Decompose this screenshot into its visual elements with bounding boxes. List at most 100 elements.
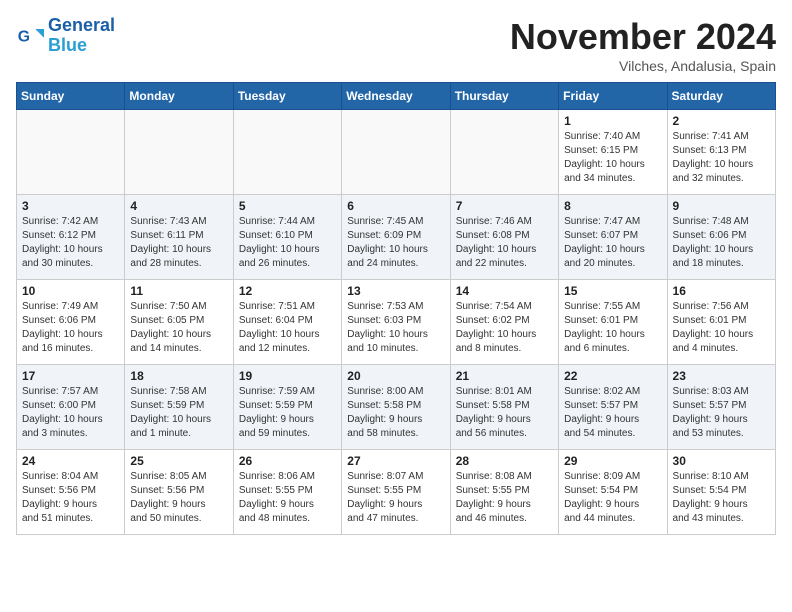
day-number: 12 [239,284,336,298]
day-info: Sunrise: 7:49 AM Sunset: 6:06 PM Dayligh… [22,300,119,356]
calendar-cell: 30Sunrise: 8:10 AM Sunset: 5:54 PM Dayli… [667,450,775,535]
day-number: 1 [564,114,661,128]
day-info: Sunrise: 8:02 AM Sunset: 5:57 PM Dayligh… [564,385,661,441]
calendar-cell: 5 Sunrise: 7:44 AM Sunset: 6:10 PM Daylig… [233,195,341,280]
calendar-cell: 13Sunrise: 7:53 AM Sunset: 6:03 PM Dayli… [342,280,450,365]
day-number: 6 [347,199,444,213]
day-info: Sunrise: 8:06 AM Sunset: 5:55 PM Dayligh… [239,470,336,526]
day-number: 2 [673,114,770,128]
day-info: Sunrise: 7:45 AM Sunset: 6:09 PM Dayligh… [347,215,444,271]
calendar-week-row: 24 Sunrise: 8:04 AM Sunset: 5:56 PM Dayli… [17,450,776,535]
calendar-week-row: 10 Sunrise: 7:49 AM Sunset: 6:06 PM Dayli… [17,280,776,365]
day-number: 13 [347,284,444,298]
calendar-week-row: 3Sunrise: 7:42 AM Sunset: 6:12 PM Daylig… [17,195,776,280]
day-info: Sunrise: 8:09 AM Sunset: 5:54 PM Dayligh… [564,470,661,526]
calendar-cell: 18 Sunrise: 7:58 AM Sunset: 5:59 PM Dayli… [125,365,233,450]
day-info: Sunrise: 8:03 AM Sunset: 5:57 PM Dayligh… [673,385,770,441]
calendar-cell: 15Sunrise: 7:55 AM Sunset: 6:01 PM Dayli… [559,280,667,365]
day-number: 15 [564,284,661,298]
day-number: 17 [22,369,119,383]
day-number: 7 [456,199,553,213]
weekday-header: Tuesday [233,83,341,110]
day-info: Sunrise: 7:54 AM Sunset: 6:02 PM Dayligh… [456,300,553,356]
day-number: 26 [239,454,336,468]
day-number: 24 [22,454,119,468]
day-info: Sunrise: 7:46 AM Sunset: 6:08 PM Dayligh… [456,215,553,271]
day-info: Sunrise: 7:41 AM Sunset: 6:13 PM Dayligh… [673,130,770,186]
page-header: G General Blue November 2024 Vilches, An… [16,16,776,74]
weekday-header: Monday [125,83,233,110]
day-info: Sunrise: 7:48 AM Sunset: 6:06 PM Dayligh… [673,215,770,271]
day-number: 20 [347,369,444,383]
calendar-cell: 21Sunrise: 8:01 AM Sunset: 5:58 PM Dayli… [450,365,558,450]
calendar-cell: 12Sunrise: 7:51 AM Sunset: 6:04 PM Dayli… [233,280,341,365]
weekday-header: Friday [559,83,667,110]
day-info: Sunrise: 7:57 AM Sunset: 6:00 PM Dayligh… [22,385,119,441]
location: Vilches, Andalusia, Spain [510,58,776,74]
calendar-header: SundayMondayTuesdayWednesdayThursdayFrid… [17,83,776,110]
day-info: Sunrise: 7:43 AM Sunset: 6:11 PM Dayligh… [130,215,227,271]
calendar-cell: 10 Sunrise: 7:49 AM Sunset: 6:06 PM Dayli… [17,280,125,365]
weekday-header: Wednesday [342,83,450,110]
calendar-cell: 1 Sunrise: 7:40 AM Sunset: 6:15 PM Daylig… [559,110,667,195]
day-info: Sunrise: 8:07 AM Sunset: 5:55 PM Dayligh… [347,470,444,526]
day-number: 4 [130,199,227,213]
day-info: Sunrise: 7:47 AM Sunset: 6:07 PM Dayligh… [564,215,661,271]
month-title: November 2024 [510,16,776,58]
day-info: Sunrise: 7:58 AM Sunset: 5:59 PM Dayligh… [130,385,227,441]
logo-line1: General [48,15,115,35]
day-number: 10 [22,284,119,298]
calendar-cell: 7 Sunrise: 7:46 AM Sunset: 6:08 PM Daylig… [450,195,558,280]
weekday-header: Sunday [17,83,125,110]
calendar-cell [342,110,450,195]
weekday-row: SundayMondayTuesdayWednesdayThursdayFrid… [17,83,776,110]
calendar-cell: 17 Sunrise: 7:57 AM Sunset: 6:00 PM Dayli… [17,365,125,450]
calendar-cell [125,110,233,195]
title-block: November 2024 Vilches, Andalusia, Spain [510,16,776,74]
day-info: Sunrise: 7:59 AM Sunset: 5:59 PM Dayligh… [239,385,336,441]
day-number: 14 [456,284,553,298]
calendar-cell [450,110,558,195]
day-info: Sunrise: 8:00 AM Sunset: 5:58 PM Dayligh… [347,385,444,441]
day-number: 11 [130,284,227,298]
calendar-cell: 2 Sunrise: 7:41 AM Sunset: 6:13 PM Daylig… [667,110,775,195]
day-number: 23 [673,369,770,383]
day-number: 9 [673,199,770,213]
weekday-header: Saturday [667,83,775,110]
day-info: Sunrise: 8:10 AM Sunset: 5:54 PM Dayligh… [673,470,770,526]
day-info: Sunrise: 7:44 AM Sunset: 6:10 PM Dayligh… [239,215,336,271]
day-number: 18 [130,369,227,383]
day-info: Sunrise: 8:04 AM Sunset: 5:56 PM Dayligh… [22,470,119,526]
calendar-cell: 3Sunrise: 7:42 AM Sunset: 6:12 PM Daylig… [17,195,125,280]
calendar-cell [17,110,125,195]
calendar-cell: 11 Sunrise: 7:50 AM Sunset: 6:05 PM Dayli… [125,280,233,365]
day-info: Sunrise: 8:01 AM Sunset: 5:58 PM Dayligh… [456,385,553,441]
logo-icon: G [16,22,44,50]
calendar-cell: 9 Sunrise: 7:48 AM Sunset: 6:06 PM Daylig… [667,195,775,280]
day-number: 22 [564,369,661,383]
day-number: 5 [239,199,336,213]
day-number: 25 [130,454,227,468]
calendar-cell: 22 Sunrise: 8:02 AM Sunset: 5:57 PM Dayli… [559,365,667,450]
weekday-header: Thursday [450,83,558,110]
calendar-cell: 23 Sunrise: 8:03 AM Sunset: 5:57 PM Dayli… [667,365,775,450]
logo-text: General Blue [48,16,115,56]
calendar-cell: 19 Sunrise: 7:59 AM Sunset: 5:59 PM Dayli… [233,365,341,450]
day-number: 19 [239,369,336,383]
day-number: 27 [347,454,444,468]
calendar-week-row: 17 Sunrise: 7:57 AM Sunset: 6:00 PM Dayli… [17,365,776,450]
svg-text:G: G [18,28,30,45]
day-number: 29 [564,454,661,468]
calendar-cell: 20 Sunrise: 8:00 AM Sunset: 5:58 PM Dayli… [342,365,450,450]
day-info: Sunrise: 7:50 AM Sunset: 6:05 PM Dayligh… [130,300,227,356]
calendar-cell: 24 Sunrise: 8:04 AM Sunset: 5:56 PM Dayli… [17,450,125,535]
logo-line2: Blue [48,35,87,55]
calendar-cell [233,110,341,195]
calendar-cell: 29 Sunrise: 8:09 AM Sunset: 5:54 PM Dayli… [559,450,667,535]
day-number: 16 [673,284,770,298]
calendar-cell: 27 Sunrise: 8:07 AM Sunset: 5:55 PM Dayli… [342,450,450,535]
day-info: Sunrise: 7:40 AM Sunset: 6:15 PM Dayligh… [564,130,661,186]
calendar-cell: 4 Sunrise: 7:43 AM Sunset: 6:11 PM Daylig… [125,195,233,280]
calendar-body: 1 Sunrise: 7:40 AM Sunset: 6:15 PM Daylig… [17,110,776,535]
calendar-week-row: 1 Sunrise: 7:40 AM Sunset: 6:15 PM Daylig… [17,110,776,195]
